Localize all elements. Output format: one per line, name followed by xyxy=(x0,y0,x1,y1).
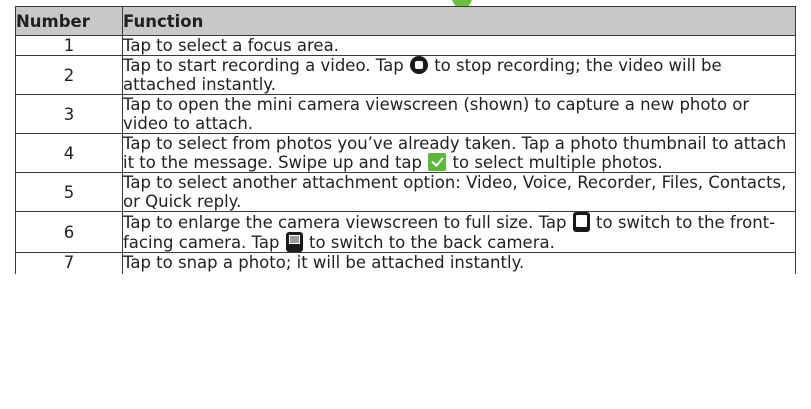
table-row: 4 Tap to select from photos you’ve alrea… xyxy=(15,133,796,173)
front-camera-icon xyxy=(572,212,590,232)
row-number: 7 xyxy=(15,252,123,274)
table-header-row: Number Function xyxy=(15,6,796,36)
header-function: Function xyxy=(122,6,796,36)
row-function: Tap to enlarge the camera viewscreen to … xyxy=(122,211,796,253)
row-number: 5 xyxy=(15,172,123,212)
table-row: 6 Tap to enlarge the camera viewscreen t… xyxy=(15,211,796,253)
table-row: 7 Tap to snap a photo; it will be attach… xyxy=(15,252,796,274)
stop-record-icon xyxy=(409,56,428,74)
row-function: Tap to open the mini camera viewscreen (… xyxy=(122,94,796,134)
row-text: Tap to start recording a video. Tap xyxy=(123,56,404,75)
table-row: 5 Tap to select another attachment optio… xyxy=(15,172,796,212)
row-function: Tap to select another attachment option:… xyxy=(122,172,796,212)
row-number: 1 xyxy=(15,35,123,56)
row-text: to select multiple photos. xyxy=(452,153,663,172)
row-function: Tap to snap a photo; it will be attached… xyxy=(122,252,796,274)
table-row: 3 Tap to open the mini camera viewscreen… xyxy=(15,94,796,134)
row-function: Tap to select from photos you’ve already… xyxy=(122,133,796,173)
checkbox-icon xyxy=(428,153,447,171)
table-row: 2 Tap to start recording a video. Tap to… xyxy=(15,55,796,95)
row-function: Tap to select a focus area. xyxy=(122,35,796,56)
function-table: Number Function 1 Tap to select a focus … xyxy=(15,6,796,274)
header-number: Number xyxy=(15,6,123,36)
row-text: Tap to enlarge the camera viewscreen to … xyxy=(123,213,567,232)
row-text: Tap to select a focus area. xyxy=(123,36,339,55)
table-row: 1 Tap to select a focus area. xyxy=(15,35,796,56)
row-number: 4 xyxy=(15,133,123,173)
row-number: 2 xyxy=(15,55,123,95)
row-text: to switch to the back camera. xyxy=(308,233,555,252)
row-text: Tap to open the mini camera viewscreen (… xyxy=(123,95,750,133)
row-number: 6 xyxy=(15,211,123,253)
back-camera-icon xyxy=(285,232,303,252)
row-number: 3 xyxy=(15,94,123,134)
row-function: Tap to start recording a video. Tap to s… xyxy=(122,55,796,95)
row-text: Tap to select another attachment option:… xyxy=(123,173,787,211)
row-text: Tap to snap a photo; it will be attached… xyxy=(123,253,525,272)
